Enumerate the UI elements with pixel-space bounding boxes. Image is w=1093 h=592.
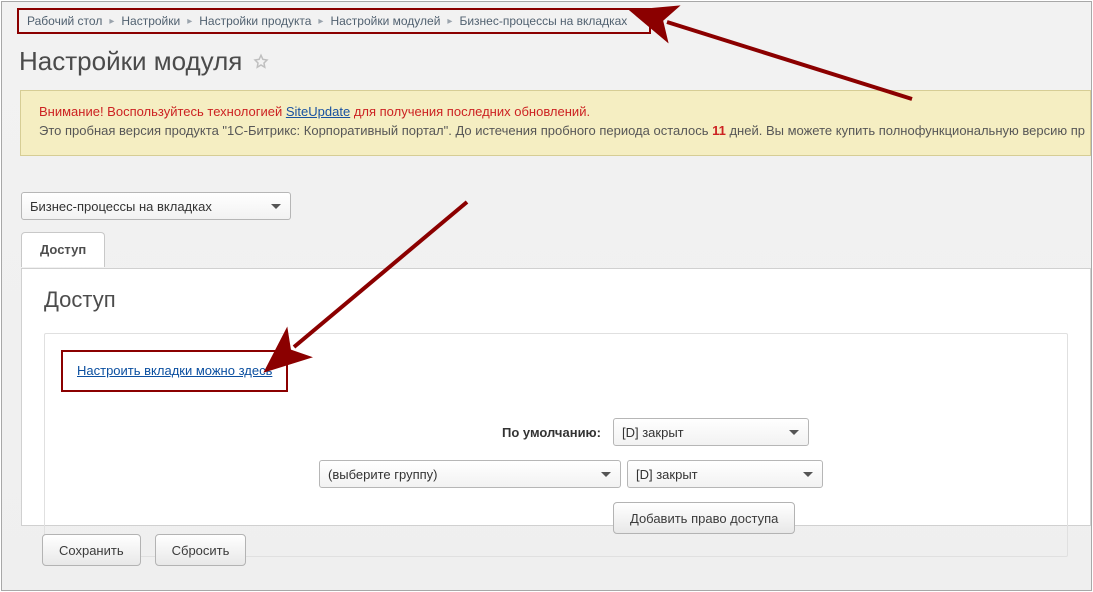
chevron-right-icon: ▸ <box>109 16 114 27</box>
add-permission-button[interactable]: Добавить право доступа <box>613 502 795 534</box>
module-select[interactable]: Бизнес-процессы на вкладках <box>21 192 291 220</box>
breadcrumb-item[interactable]: Бизнес-процессы на вкладках <box>459 14 627 28</box>
group-select[interactable]: (выберите группу) <box>319 460 621 488</box>
configure-tabs-link[interactable]: Настроить вкладки можно здесь <box>77 363 272 378</box>
section-heading: Доступ <box>44 287 1068 313</box>
access-config-box: Настроить вкладки можно здесь По умолчан… <box>44 333 1068 557</box>
breadcrumb-item[interactable]: Рабочий стол <box>27 14 102 28</box>
favorite-star-icon[interactable] <box>252 53 270 71</box>
notice-text: дней. Вы можете купить полнофункциональн… <box>726 123 1085 138</box>
settings-panel: Доступ Настроить вкладки можно здесь По … <box>21 268 1091 526</box>
notice-text: для получения последних обновлений. <box>350 104 590 119</box>
notice-text: Это пробная версия продукта "1С-Битрикс:… <box>39 123 712 138</box>
group-permission-select[interactable]: [D] закрыт <box>627 460 823 488</box>
page-title: Настройки модуля <box>19 46 242 77</box>
trial-days-remaining: 11 <box>712 123 726 138</box>
breadcrumb-item[interactable]: Настройки <box>121 14 180 28</box>
select-value: [D] закрыт <box>636 467 698 482</box>
save-button[interactable]: Сохранить <box>42 534 141 566</box>
chevron-right-icon: ▸ <box>318 16 323 27</box>
select-value: (выберите группу) <box>328 467 437 482</box>
tab-bar: Доступ <box>21 231 1091 269</box>
reset-button[interactable]: Сбросить <box>155 534 247 566</box>
tab-access[interactable]: Доступ <box>21 232 105 267</box>
chevron-right-icon: ▸ <box>447 16 452 27</box>
breadcrumb: Рабочий стол ▸ Настройки ▸ Настройки про… <box>17 8 651 34</box>
default-permission-select[interactable]: [D] закрыт <box>613 418 809 446</box>
breadcrumb-item[interactable]: Настройки модулей <box>330 14 440 28</box>
notice-text: Внимание! Воспользуйтесь технологией <box>39 104 286 119</box>
module-select-value: Бизнес-процессы на вкладках <box>30 199 212 214</box>
select-value: [D] закрыт <box>622 425 684 440</box>
default-permission-label: По умолчанию: <box>61 425 613 440</box>
chevron-right-icon: ▸ <box>187 16 192 27</box>
trial-notice: Внимание! Воспользуйтесь технологией Sit… <box>20 90 1091 156</box>
siteupdate-link[interactable]: SiteUpdate <box>286 104 350 119</box>
configure-tabs-highlight: Настроить вкладки можно здесь <box>61 350 288 392</box>
breadcrumb-item[interactable]: Настройки продукта <box>199 14 311 28</box>
